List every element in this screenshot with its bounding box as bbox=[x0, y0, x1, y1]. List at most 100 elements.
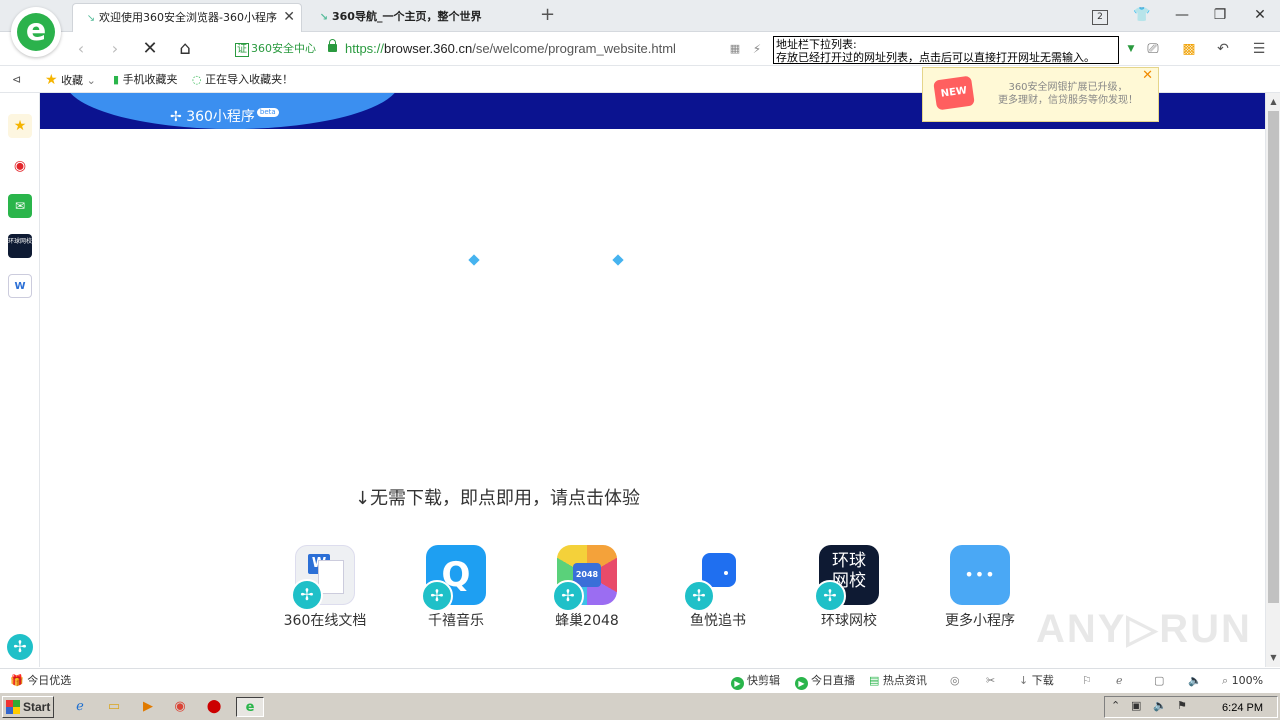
tab-title: 360导航_一个主页，整个世界 bbox=[332, 10, 482, 23]
back-button[interactable]: ‹ bbox=[70, 39, 92, 59]
app-label: 环球网校 bbox=[821, 613, 877, 629]
word-doc-icon[interactable]: W bbox=[8, 274, 32, 298]
loading-dot bbox=[468, 254, 480, 266]
app-label: 千禧音乐 bbox=[428, 613, 484, 629]
play-icon: ▶ bbox=[731, 677, 744, 690]
tab-strip: ↘ 欢迎使用360安全浏览器-360小程序 ✕ ↘ 360导航_一个主页，整个世界 … bbox=[0, 0, 1280, 32]
minimize-button[interactable]: — bbox=[1170, 5, 1194, 25]
notification-text: 360安全网银扩展已升级， 更多理财，信贷服务等你发现！ bbox=[998, 82, 1138, 106]
skin-icon[interactable]: 👕 bbox=[1130, 5, 1154, 25]
tab-title: 欢迎使用360安全浏览器-360小程序 bbox=[99, 11, 277, 24]
clock[interactable]: 6:24 PM bbox=[1222, 700, 1263, 716]
speed-mode-icon[interactable]: ⚡ bbox=[746, 39, 768, 59]
speed-icon[interactable]: ◎ bbox=[950, 673, 960, 689]
zoom-icon: ⌕ bbox=[1222, 674, 1229, 687]
status-live[interactable]: ▶ 今日直播 bbox=[795, 673, 855, 690]
explorer-taskbar-icon[interactable]: ▭ bbox=[102, 697, 126, 717]
favorites-menu[interactable]: ★ 收藏 ⌄ bbox=[45, 72, 96, 89]
app-label: 蜂巢2048 bbox=[555, 613, 619, 629]
browser-logo[interactable]: e bbox=[11, 7, 61, 57]
page-favicon-icon: ↘ bbox=[86, 13, 96, 24]
status-quick-edit[interactable]: ▶ 快剪辑 bbox=[731, 673, 780, 690]
screenshot-icon[interactable]: ⎚ bbox=[1142, 40, 1164, 58]
sidebar-toggle-icon[interactable]: ⊲ bbox=[12, 72, 21, 88]
gift-icon: 🎁 bbox=[10, 674, 24, 687]
address-dropdown-tooltip: 地址栏下拉列表: 存放已经打开过的网址列表，点击后可以直接打开网址无需输入。 bbox=[773, 36, 1119, 64]
apps-grid-icon[interactable]: ▩ bbox=[1178, 40, 1200, 58]
brand-title[interactable]: ✢ 360小程序 beta bbox=[170, 108, 279, 126]
action-center-icon[interactable]: ⚑ bbox=[1177, 699, 1187, 712]
ie-taskbar-icon[interactable]: ℯ bbox=[68, 697, 92, 717]
360-browser-taskbar-icon[interactable]: e bbox=[236, 697, 264, 717]
start-button[interactable]: Start bbox=[2, 696, 54, 718]
weibo-icon[interactable]: ◉ bbox=[8, 154, 32, 178]
play-icon: ▶ bbox=[795, 677, 808, 690]
app-qianxi-music[interactable]: Q ✢ 千禧音乐 bbox=[401, 545, 511, 629]
vertical-scrollbar[interactable]: ▲ ▼ bbox=[1265, 93, 1280, 667]
close-tab-icon[interactable]: ✕ bbox=[283, 4, 295, 31]
tab-360-nav[interactable]: ↘ 360导航_一个主页，整个世界 bbox=[306, 3, 534, 32]
app-label: 360在线文档 bbox=[283, 613, 367, 629]
mobile-favorites[interactable]: ▮ 手机收藏夹 bbox=[113, 72, 178, 88]
zoom-control[interactable]: ⌕ 100% bbox=[1222, 673, 1263, 689]
address-bar[interactable]: 证 360安全中心 https://browser.360.cn/se/welco… bbox=[226, 36, 766, 62]
security-cert-badge[interactable]: 证 360安全中心 bbox=[235, 41, 316, 57]
tab-count-button[interactable]: 2 bbox=[1088, 5, 1112, 25]
mini-program-icon[interactable]: ✢ bbox=[7, 634, 33, 660]
system-tray: ⌃ ▣ 🔈 ⚑ 6:24 PM bbox=[1104, 696, 1278, 718]
menu-icon[interactable]: ☰ bbox=[1248, 40, 1270, 58]
tools-icon[interactable]: ✂ bbox=[986, 673, 995, 689]
tab-welcome[interactable]: ↘ 欢迎使用360安全浏览器-360小程序 ✕ bbox=[72, 3, 302, 32]
undo-close-icon[interactable]: ↶ bbox=[1212, 40, 1234, 58]
windows-taskbar: Start ℯ ▭ ▶ ◉ ⬤ e ⌃ ▣ 🔈 ⚑ 6:24 PM bbox=[0, 692, 1280, 720]
close-notification-icon[interactable]: ✕ bbox=[1142, 68, 1153, 83]
network-icon[interactable]: ▣ bbox=[1131, 699, 1141, 712]
chrome-taskbar-icon[interactable]: ◉ bbox=[168, 697, 192, 717]
new-tab-button[interactable]: + bbox=[540, 4, 555, 26]
stop-loading-button[interactable]: ✕ bbox=[139, 39, 161, 59]
app-label: 鱼悦追书 bbox=[690, 613, 746, 629]
favorites-sidebar-icon[interactable]: ★ bbox=[8, 114, 32, 138]
status-hot-news[interactable]: ▤ 热点资讯 bbox=[869, 673, 927, 689]
window-icon[interactable]: ▢ bbox=[1154, 673, 1164, 689]
loading-dot bbox=[612, 254, 624, 266]
extension-notification[interactable]: NEW 360安全网银扩展已升级， 更多理财，信贷服务等你发现！ ✕ bbox=[922, 67, 1159, 122]
page-favicon-icon: ↘ bbox=[319, 12, 329, 23]
app-more-programs[interactable]: ••• 更多小程序 bbox=[925, 545, 1035, 629]
ie-mode-icon[interactable]: ℯ bbox=[1116, 673, 1123, 689]
flag-icon[interactable]: ⚐ bbox=[1082, 673, 1092, 689]
volume-tray-icon[interactable]: 🔈 bbox=[1153, 699, 1167, 712]
restore-button[interactable]: ❐ bbox=[1208, 5, 1232, 25]
download-icon: ↓ bbox=[1019, 674, 1029, 687]
new-badge-icon: NEW bbox=[933, 75, 975, 111]
app-hqwx[interactable]: 环球网校 ✢ 环球网校 bbox=[794, 545, 904, 629]
word-doc-app-icon: W ✢ bbox=[291, 545, 355, 611]
daily-picks[interactable]: 🎁 今日优选 bbox=[10, 673, 71, 689]
media-player-taskbar-icon[interactable]: ▶ bbox=[136, 697, 160, 717]
app-yuyue-books[interactable]: ✢ 鱼悦追书 bbox=[663, 545, 773, 629]
app-online-docs[interactable]: W ✢ 360在线文档 bbox=[270, 545, 380, 629]
arrow-down-icon: ↓ bbox=[354, 488, 371, 509]
url-text[interactable]: https://browser.360.cn/se/welcome/progra… bbox=[345, 41, 676, 57]
scroll-down-icon[interactable]: ▼ bbox=[1266, 651, 1280, 665]
left-sidebar: ★ ◉ ✉ 环球网校 W ✢ bbox=[0, 93, 40, 667]
home-button[interactable]: ⌂ bbox=[174, 39, 196, 59]
qr-code-icon[interactable]: ▦ bbox=[724, 39, 746, 59]
scroll-up-icon[interactable]: ▲ bbox=[1266, 95, 1280, 109]
forward-button[interactable]: › bbox=[104, 39, 126, 59]
hqwx-sidebar-icon[interactable]: 环球网校 bbox=[8, 234, 32, 258]
lock-icon bbox=[328, 39, 337, 52]
opera-taskbar-icon[interactable]: ⬤ bbox=[202, 697, 226, 717]
tray-expand-icon[interactable]: ⌃ bbox=[1111, 699, 1120, 712]
status-download[interactable]: ↓ 下载 bbox=[1019, 673, 1054, 689]
tagline: ↓无需下载，即点即用，请点击体验 bbox=[354, 488, 641, 509]
page-content: ✢ 360小程序beta ↓无需下载，即点即用，请点击体验 W ✢ 360在线文… bbox=[40, 93, 1265, 667]
scroll-thumb[interactable] bbox=[1268, 111, 1279, 603]
mail-icon[interactable]: ✉ bbox=[8, 194, 32, 218]
address-dropdown-icon[interactable]: ▼ bbox=[1120, 40, 1142, 58]
import-status: ◌ 正在导入收藏夹！ bbox=[192, 73, 294, 86]
volume-icon[interactable]: 🔈 bbox=[1188, 673, 1202, 689]
close-window-button[interactable]: ✕ bbox=[1248, 5, 1272, 25]
app-honeycomb-2048[interactable]: 2048 ✢ 蜂巢2048 bbox=[532, 545, 642, 629]
windows-logo-icon bbox=[6, 700, 20, 714]
